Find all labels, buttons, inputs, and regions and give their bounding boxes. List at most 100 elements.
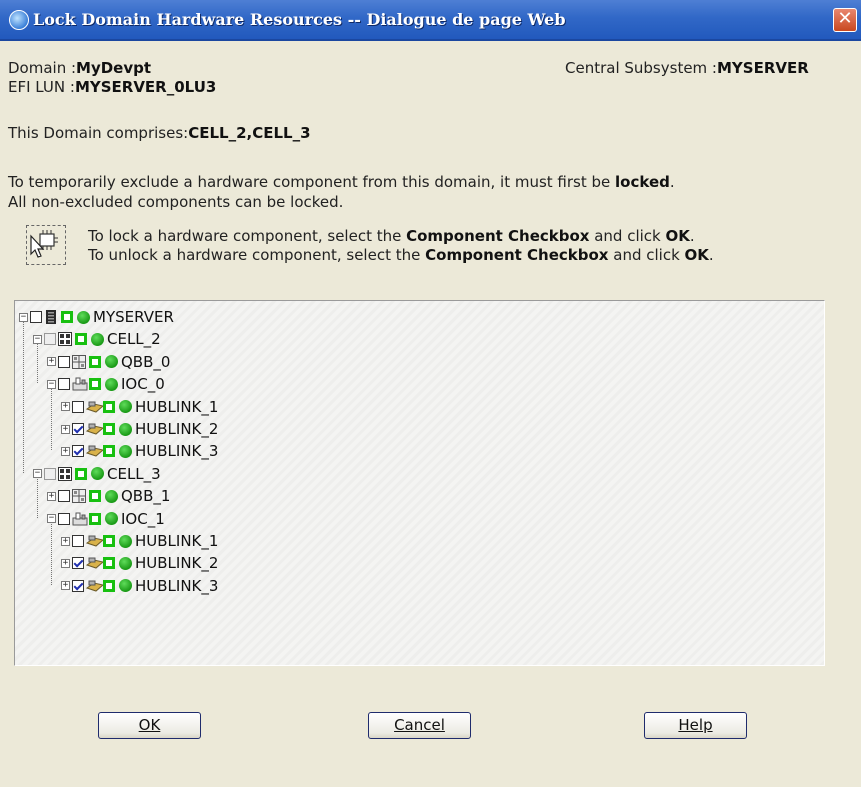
- tree-node-qbb-1[interactable]: + QBB_1: [47, 486, 170, 506]
- expand-toggle[interactable]: +: [61, 536, 70, 546]
- cancel-button[interactable]: Cancel: [368, 712, 471, 739]
- component-checkbox[interactable]: [58, 512, 70, 525]
- expand-toggle[interactable]: +: [61, 446, 70, 456]
- status-square-icon: [89, 378, 101, 391]
- tree-node-hublink-3[interactable]: + HUBLINK_3: [61, 576, 218, 596]
- component-checkbox[interactable]: [58, 378, 70, 391]
- status-square-icon: [89, 355, 101, 368]
- ok-keyword: OK: [665, 227, 690, 245]
- hublink-icon: [85, 422, 105, 436]
- comprises-label: This Domain comprises:: [8, 124, 189, 142]
- help-button[interactable]: Help: [644, 712, 747, 739]
- expand-toggle[interactable]: +: [61, 558, 70, 568]
- unlock-instruction-text: To unlock a hardware component, select t…: [88, 246, 426, 264]
- help-button-label: Help: [678, 716, 713, 734]
- tree-node-hublink-3[interactable]: + HUBLINK_3: [61, 441, 218, 461]
- status-dot-icon: [91, 467, 104, 481]
- component-checkbox[interactable]: [72, 400, 84, 413]
- hublink-icon: [85, 444, 105, 458]
- component-checkbox[interactable]: [72, 579, 84, 592]
- tree-node-label: QBB_0: [121, 352, 171, 371]
- title-bar[interactable]: Lock Domain Hardware Resources -- Dialog…: [0, 0, 861, 41]
- ioc-icon: [72, 377, 88, 391]
- tree-node-label: IOC_0: [121, 375, 165, 394]
- component-checkbox[interactable]: [58, 355, 70, 368]
- ok-button-label: OK: [138, 716, 161, 734]
- domain-label: Domain :: [8, 59, 77, 77]
- tree-node-label: HUBLINK_2: [135, 420, 219, 438]
- subsystem-value: MYSERVER: [717, 59, 809, 77]
- efi-lun-info: EFI LUN :MYSERVER_0LU3: [8, 78, 216, 96]
- cell-icon: [58, 332, 72, 347]
- lock-instruction-icon: [26, 225, 66, 265]
- tree-node-ioc-1[interactable]: − IOC_1: [47, 509, 165, 529]
- expand-toggle[interactable]: +: [47, 491, 56, 501]
- tree-node-myserver[interactable]: − MYSERVER: [19, 307, 174, 327]
- collapse-toggle[interactable]: −: [19, 312, 28, 322]
- expand-toggle[interactable]: +: [61, 402, 70, 412]
- tree-node-label: CELL_3: [107, 464, 161, 483]
- status-dot-icon: [119, 556, 132, 570]
- tree-node-cell-2[interactable]: − CELL_2: [33, 329, 161, 349]
- component-checkbox[interactable]: [72, 535, 84, 547]
- qbb-icon: [72, 489, 86, 504]
- description-line-2: All non-excluded components can be locke…: [8, 193, 344, 211]
- tree-node-cell-3[interactable]: − CELL_3: [33, 464, 161, 484]
- lock-instruction: To lock a hardware component, select the…: [88, 227, 695, 245]
- efi-value: MYSERVER_0LU3: [74, 78, 217, 96]
- hublink-icon: [85, 534, 105, 548]
- status-square-icon: [103, 400, 115, 413]
- expand-toggle[interactable]: +: [61, 581, 70, 591]
- status-dot-icon: [105, 355, 118, 369]
- component-checkbox[interactable]: [58, 490, 70, 503]
- tree-node-label: CELL_2: [107, 330, 161, 349]
- tree-node-hublink-2[interactable]: + HUBLINK_2: [61, 553, 218, 573]
- status-dot-icon: [105, 489, 118, 503]
- status-square-icon: [103, 557, 115, 570]
- status-dot-icon: [91, 332, 104, 346]
- component-checkbox[interactable]: [30, 311, 42, 323]
- unlock-instruction-mid: and click: [608, 246, 685, 264]
- cell-icon: [58, 466, 72, 481]
- status-dot-icon: [105, 377, 118, 391]
- expand-toggle[interactable]: +: [47, 357, 56, 367]
- collapse-toggle[interactable]: −: [47, 514, 56, 524]
- component-checkbox[interactable]: [72, 557, 84, 570]
- description-period: .: [669, 173, 675, 191]
- tree-node-ioc-0[interactable]: − IOC_0: [47, 374, 165, 394]
- tree-node-hublink-2[interactable]: + HUBLINK_2: [61, 419, 218, 439]
- ok-button[interactable]: OK: [98, 712, 201, 739]
- component-checkbox[interactable]: [72, 445, 84, 458]
- tree-connector-line: [51, 523, 52, 585]
- status-square-icon: [103, 579, 115, 592]
- ioc-icon: [72, 512, 88, 526]
- ok-keyword: OK: [684, 246, 709, 264]
- component-checkbox: [44, 467, 56, 480]
- status-square-icon: [103, 445, 115, 458]
- status-dot-icon: [119, 534, 132, 548]
- qbb-icon: [72, 354, 86, 369]
- status-square-icon: [103, 535, 115, 547]
- cancel-button-label: Cancel: [394, 716, 445, 734]
- tree-node-hublink-1[interactable]: + HUBLINK_1: [61, 531, 218, 551]
- server-icon: [44, 310, 58, 324]
- status-square-icon: [75, 467, 87, 480]
- status-square-icon: [61, 311, 73, 323]
- tree-node-label: HUBLINK_1: [135, 397, 219, 416]
- hardware-tree-panel[interactable]: − MYSERVER − CELL_2 + QBB_0 − IOC_0 + HUBLINK_1 + H…: [14, 300, 825, 666]
- hardware-tree: − MYSERVER − CELL_2 + QBB_0 − IOC_0 + HUBLINK_1 + H…: [15, 301, 824, 665]
- tree-node-label: IOC_1: [121, 509, 165, 528]
- domain-info: Domain :MyDevpt: [8, 59, 151, 77]
- tree-node-qbb-0[interactable]: + QBB_0: [47, 352, 170, 372]
- component-checkbox-keyword: Component Checkbox: [425, 246, 609, 264]
- lock-instruction-end: .: [689, 227, 695, 245]
- collapse-toggle[interactable]: −: [33, 334, 42, 344]
- component-checkbox: [44, 333, 56, 346]
- component-checkbox[interactable]: [72, 423, 84, 435]
- close-button[interactable]: ✕: [833, 8, 857, 32]
- tree-node-hublink-1[interactable]: + HUBLINK_1: [61, 397, 218, 417]
- expand-toggle[interactable]: +: [61, 424, 70, 434]
- collapse-toggle[interactable]: −: [33, 469, 42, 479]
- status-square-icon: [89, 512, 101, 525]
- collapse-toggle[interactable]: −: [47, 379, 56, 389]
